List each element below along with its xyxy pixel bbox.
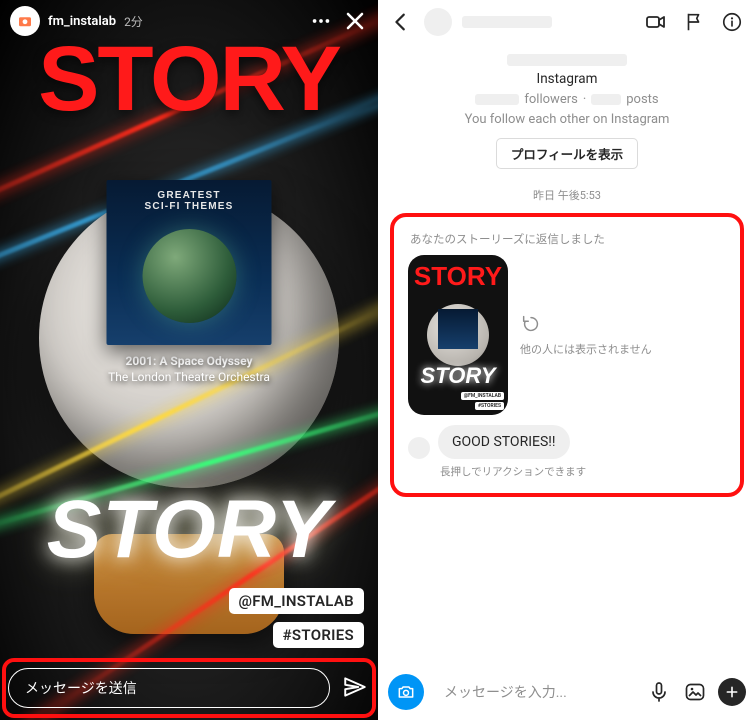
story-reply-placeholder: メッセージを送信 [25,678,137,698]
music-meta: 2001: A Space Odyssey The London Theatre… [107,353,272,385]
album-cover: GREATEST SCI-FI THEMES [107,180,272,345]
dm-thread-screen: Instagram followers · posts You follow e… [378,0,756,720]
story-header: fm_instalab 2分 [0,6,378,36]
platform-label: Instagram [537,71,598,87]
camera-button[interactable] [388,674,424,710]
camera-icon [396,682,416,702]
story-more-button[interactable] [308,8,334,34]
posts-count-redacted [591,94,621,105]
thumb-mention: @FM_INSTALAB [461,392,504,400]
thumb-text-top: STORY [408,261,508,292]
flag-button[interactable] [680,8,708,36]
video-icon [644,10,668,34]
music-sticker[interactable]: GREATEST SCI-FI THEMES 2001: A Space Ody… [107,180,272,385]
voice-message-button[interactable] [646,679,672,705]
dm-header-name-redacted[interactable] [462,16,552,28]
image-icon [683,680,707,704]
ephemeral-icon [520,313,542,335]
message-timestamp: 昨日 午後5:53 [378,187,756,203]
microphone-icon [647,680,671,704]
thumb-text-bottom: STORY [408,363,508,389]
story-author-username[interactable]: fm_instalab [48,14,116,29]
ephemeral-text: 他の人には表示されません [520,341,652,357]
sender-avatar[interactable] [408,437,430,459]
story-author-avatar[interactable] [10,6,40,36]
story-text-bottom: STORY [0,483,378,577]
back-button[interactable] [388,9,414,35]
story-thumbnail[interactable]: STORY STORY @FM_INSTALAB #STORIES [408,255,508,415]
more-options-button[interactable] [718,678,746,706]
info-icon [721,11,743,33]
mention-sticker[interactable]: @FM_INSTALAB [229,588,364,614]
dm-input-placeholder: メッセージを入力... [444,682,567,702]
message-row: GOOD STORIES!! [408,425,726,459]
ephemeral-note: 他の人には表示されません [520,313,652,357]
annotation-highlight-right: あなたのストーリーズに返信しました STORY STORY @FM_INSTAL… [390,213,744,497]
hashtag-sticker[interactable]: #STORIES [273,622,364,648]
album-title-line2: SCI-FI THEMES [145,201,234,212]
video-call-button[interactable] [642,8,670,36]
profile-summary: Instagram followers · posts You follow e… [378,44,756,169]
mutual-follow-text: You follow each other on Instagram [465,112,670,127]
story-time: 2分 [124,13,143,30]
view-profile-button[interactable]: プロフィールを表示 [496,138,638,169]
story-stickers: @FM_INSTALAB #STORIES [229,588,364,648]
followers-count-redacted [475,94,519,105]
album-title-line1: GREATEST [157,190,220,201]
thumb-hashtag: #STORIES [475,402,504,410]
story-viewer-screen: fm_instalab 2分 STORY GREATEST SCI-FI THE… [0,0,378,720]
posts-label: posts [626,92,658,107]
followers-label: followers [524,92,577,107]
story-reply-message: STORY STORY @FM_INSTALAB #STORIES 他の人には表… [408,255,726,415]
flag-icon [683,11,705,33]
dm-message-input[interactable]: メッセージを入力... [434,672,636,712]
profile-name-redacted [507,54,627,66]
story-send-button[interactable] [342,674,370,702]
dm-compose-bar: メッセージを入力... [378,664,756,720]
story-reply-label: あなたのストーリーズに返信しました [410,231,726,247]
message-bubble[interactable]: GOOD STORIES!! [438,425,570,459]
story-reply-bar: メッセージを送信 [8,666,370,710]
story-reply-input[interactable]: メッセージを送信 [8,668,330,708]
close-icon [343,9,367,33]
send-icon [342,674,368,700]
dm-header [378,0,756,44]
profile-stats: followers · posts [475,92,658,107]
plus-icon [724,684,740,700]
chevron-left-icon [390,11,412,33]
info-button[interactable] [718,8,746,36]
reaction-hint: 長押しでリアクションできます [440,464,726,479]
camera-icon [16,12,34,30]
artist-name: The London Theatre Orchestra [108,370,270,384]
replay-icon [520,313,542,335]
track-name: 2001: A Space Odyssey [125,354,252,368]
more-horizontal-icon [310,10,332,32]
dm-header-avatar[interactable] [424,8,452,36]
gallery-button[interactable] [682,679,708,705]
story-text-top: STORY [0,38,378,121]
story-close-button[interactable] [342,8,368,34]
